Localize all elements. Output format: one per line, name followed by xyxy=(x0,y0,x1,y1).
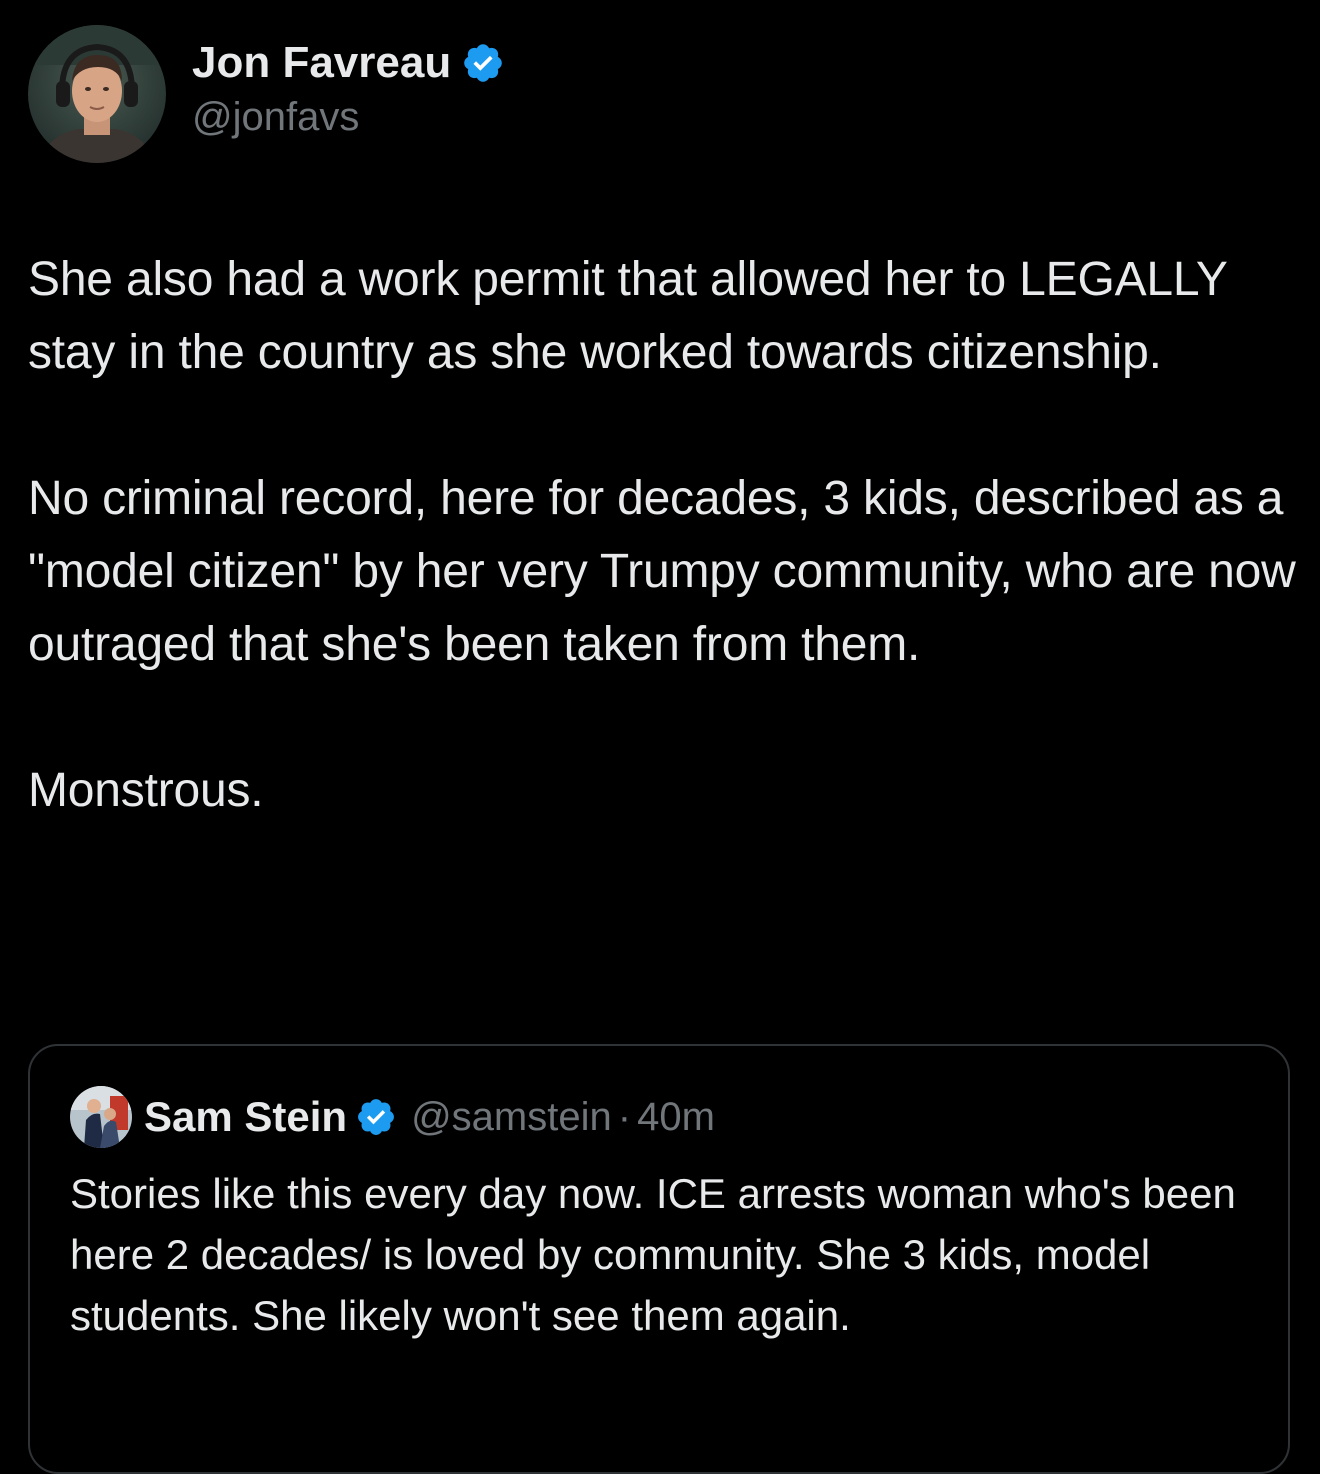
tweet-paragraph: Monstrous. xyxy=(28,764,264,817)
avatar[interactable] xyxy=(28,25,166,163)
quoted-tweet-card[interactable]: Sam Stein @samstein · 40m Stories like t… xyxy=(28,1044,1290,1474)
quoted-tweet-text: Stories like this every day now. ICE arr… xyxy=(70,1170,1236,1339)
author-name-row: Jon Favreau xyxy=(192,37,505,89)
tweet-text: She also had a work permit that allowed … xyxy=(28,243,1298,827)
author-block: Jon Favreau @jonfavs xyxy=(192,37,505,141)
tweet-paragraph: She also had a work permit that allowed … xyxy=(28,253,1240,379)
tweet[interactable]: Jon Favreau @jonfavs She also had a work… xyxy=(0,0,1320,1474)
tweet-header: Jon Favreau @jonfavs xyxy=(28,24,505,164)
verified-badge-icon[interactable] xyxy=(355,1096,397,1138)
tweet-paragraph: No criminal record, here for decades, 3 … xyxy=(28,472,1309,671)
quoted-timestamp[interactable]: 40m xyxy=(637,1095,715,1140)
quoted-author-name[interactable]: Sam Stein xyxy=(144,1093,347,1141)
quoted-tweet-header: Sam Stein @samstein · 40m xyxy=(70,1086,715,1148)
separator-dot: · xyxy=(617,1094,632,1139)
author-handle[interactable]: @jonfavs xyxy=(192,93,505,141)
verified-badge-icon[interactable] xyxy=(461,41,505,85)
quoted-author-handle[interactable]: @samstein xyxy=(411,1095,612,1140)
author-name[interactable]: Jon Favreau xyxy=(192,37,451,89)
quoted-avatar[interactable] xyxy=(70,1086,132,1148)
